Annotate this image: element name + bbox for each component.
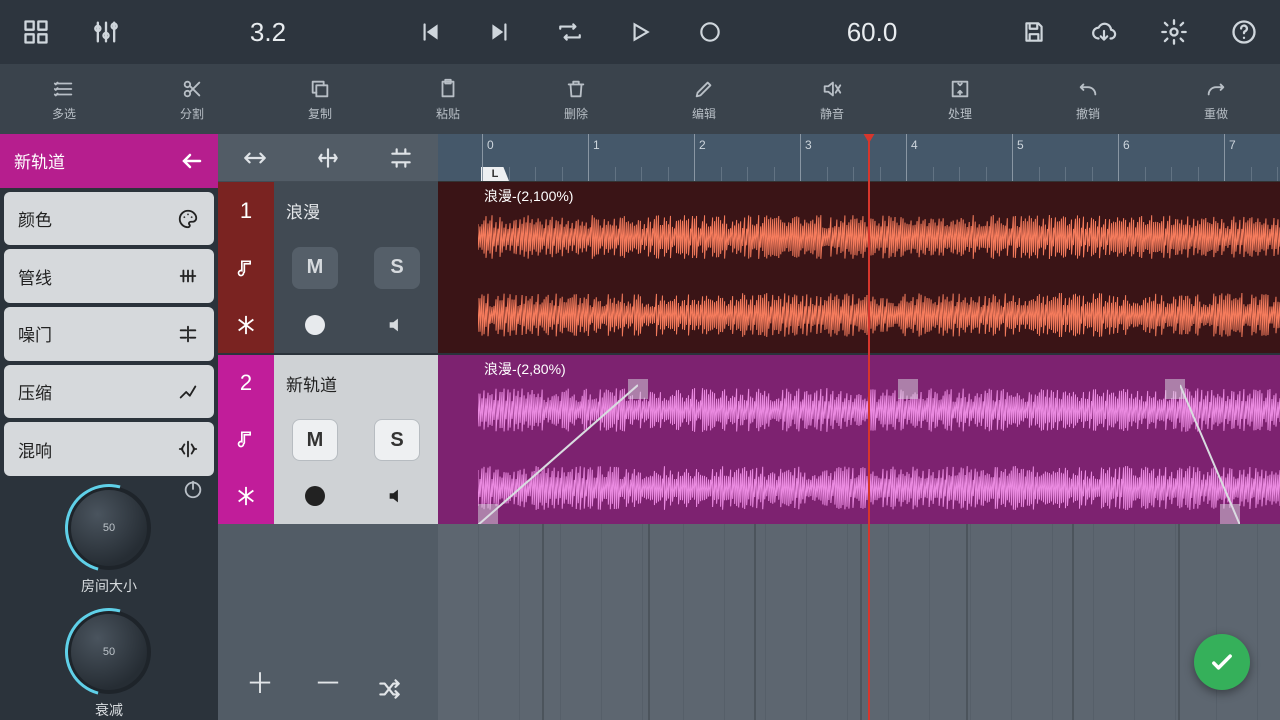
snap-tool-icon[interactable]	[381, 138, 421, 178]
loop-marker[interactable]: L	[481, 167, 509, 181]
move-tool-icon[interactable]	[235, 138, 275, 178]
apps-icon[interactable]	[18, 14, 54, 50]
mute-toggle[interactable]: M	[292, 247, 338, 289]
knob-decay[interactable]: 50 衰减	[0, 596, 218, 720]
audio-clip-2[interactable]: 浪漫-(2,80%)	[478, 355, 1280, 524]
track-headers: 1 浪漫 M S 2	[218, 134, 438, 720]
copy-button[interactable]: 复制	[256, 64, 384, 134]
save-icon[interactable]	[1016, 14, 1052, 50]
help-icon[interactable]	[1226, 14, 1262, 50]
fx-compress[interactable]: 压缩	[4, 365, 214, 419]
fx-pipeline[interactable]: 管线	[4, 249, 214, 303]
timeline[interactable]: L 0 1 2 3 4 5 6 7 浪漫-(2,100%) 浪漫-(2,80%)	[438, 134, 1280, 720]
loop-icon[interactable]	[552, 14, 588, 50]
skip-start-icon[interactable]	[412, 14, 448, 50]
play-icon[interactable]	[622, 14, 658, 50]
ruler-tick: 3	[800, 134, 801, 181]
edit-button[interactable]: 编辑	[640, 64, 768, 134]
clip-handle[interactable]	[1220, 504, 1240, 524]
fade-in-line[interactable]	[478, 355, 638, 524]
track-record-toggle[interactable]	[305, 486, 325, 506]
settings-icon[interactable]	[1156, 14, 1192, 50]
clip-handle[interactable]	[898, 379, 918, 399]
redo-button[interactable]: 重做	[1152, 64, 1280, 134]
freeze-icon[interactable]	[218, 296, 274, 353]
new-track-row[interactable]: 新轨道	[0, 134, 218, 188]
freeze-icon[interactable]	[218, 468, 274, 524]
reverb-icon	[174, 438, 202, 460]
track-tools	[218, 134, 438, 182]
fade-out-line[interactable]	[1180, 355, 1240, 524]
process-button[interactable]: 处理	[896, 64, 1024, 134]
fade-handle[interactable]	[1165, 379, 1185, 399]
audio-clip-1[interactable]: 浪漫-(2,100%)	[478, 182, 1280, 353]
track-number: 2	[218, 355, 274, 411]
mute-button[interactable]: 静音	[768, 64, 896, 134]
knob-label: 房间大小	[81, 576, 137, 596]
transport-bar: 3.2 60.0	[0, 0, 1280, 64]
knob-label: 衰减	[95, 700, 123, 720]
ruler-tick: 5	[1012, 134, 1013, 181]
track-name: 新轨道	[274, 355, 438, 412]
ruler-tick: 2	[694, 134, 695, 181]
timeline-grid	[438, 524, 1280, 720]
edit-toolbar: 多选 分割 复制 粘贴 删除 编辑 静音 处理 撤销 重做	[0, 64, 1280, 134]
paste-button[interactable]: 粘贴	[384, 64, 512, 134]
clip-title: 浪漫-(2,100%)	[484, 186, 573, 206]
track-lane-2[interactable]: 浪漫-(2,80%)	[438, 353, 1280, 524]
solo-toggle[interactable]: S	[374, 419, 420, 461]
playhead[interactable]	[868, 134, 870, 720]
cloud-download-icon[interactable]	[1086, 14, 1122, 50]
remove-track-button[interactable]: －	[308, 662, 348, 702]
track-lane-1[interactable]: 浪漫-(2,100%)	[438, 182, 1280, 353]
ruler-tick: 4	[906, 134, 907, 181]
fx-color[interactable]: 颜色	[4, 192, 214, 246]
track-number: 1	[218, 182, 274, 239]
fx-panel: 新轨道 颜色 管线 噪门 压缩 混响 50 房间大小 50 衰减	[0, 134, 218, 720]
mixer-icon[interactable]	[88, 14, 124, 50]
mute-toggle[interactable]: M	[292, 419, 338, 461]
add-track-button[interactable]: ＋	[240, 662, 280, 702]
ruler[interactable]: L 0 1 2 3 4 5 6 7	[438, 134, 1280, 182]
main-area: 新轨道 颜色 管线 噪门 压缩 混响 50 房间大小 50 衰减 1	[0, 134, 1280, 720]
confirm-fab[interactable]	[1194, 634, 1250, 690]
track-record-toggle[interactable]	[305, 315, 325, 335]
position-display[interactable]: 3.2	[228, 17, 308, 48]
track-header-2[interactable]: 2 新轨道 M S	[218, 353, 438, 524]
record-icon[interactable]	[692, 14, 728, 50]
shuffle-tracks-button[interactable]	[376, 676, 416, 702]
undo-button[interactable]: 撤销	[1024, 64, 1152, 134]
delete-button[interactable]: 删除	[512, 64, 640, 134]
solo-toggle[interactable]: S	[374, 247, 420, 289]
ruler-tick: 0	[482, 134, 483, 181]
ruler-tick: 1	[588, 134, 589, 181]
fx-reverb[interactable]: 混响	[4, 422, 214, 476]
back-arrow-icon	[178, 149, 206, 173]
note-icon[interactable]	[218, 411, 274, 467]
track-footer: ＋ －	[218, 524, 438, 720]
track-name: 浪漫	[274, 182, 438, 239]
palette-icon	[174, 208, 202, 230]
pipeline-icon	[174, 265, 202, 287]
compress-icon	[174, 381, 202, 403]
power-icon[interactable]	[182, 478, 204, 500]
gate-icon	[174, 323, 202, 345]
ruler-tick: 7	[1224, 134, 1225, 181]
split-tool-icon[interactable]	[308, 138, 348, 178]
track-volume-icon[interactable]	[374, 314, 420, 336]
fade-handle[interactable]	[628, 379, 648, 399]
ruler-tick: 6	[1118, 134, 1119, 181]
skip-end-icon[interactable]	[482, 14, 518, 50]
track-volume-icon[interactable]	[374, 485, 420, 507]
multiselect-button[interactable]: 多选	[0, 64, 128, 134]
note-icon[interactable]	[218, 239, 274, 296]
split-button[interactable]: 分割	[128, 64, 256, 134]
track-header-1[interactable]: 1 浪漫 M S	[218, 182, 438, 353]
knob-room-size[interactable]: 50 房间大小	[0, 480, 218, 596]
fx-gate[interactable]: 噪门	[4, 307, 214, 361]
tempo-display[interactable]: 60.0	[832, 17, 912, 48]
clip-handle[interactable]	[478, 504, 498, 524]
